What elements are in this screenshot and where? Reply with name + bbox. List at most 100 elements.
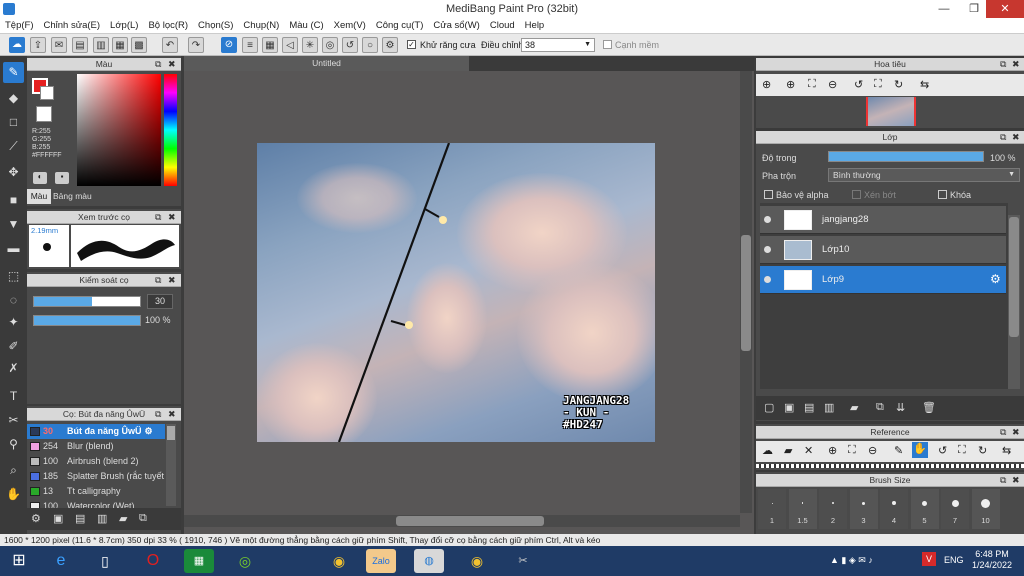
zoom-out-icon[interactable]: ⊖ <box>868 444 877 457</box>
merge-layer-icon[interactable]: ⇊ <box>896 401 905 414</box>
float-icon[interactable]: ⧉ <box>1000 131 1006 144</box>
menu-view[interactable]: Xem(V) <box>329 18 371 33</box>
vertical-scrollbar[interactable] <box>740 71 752 513</box>
gear-icon[interactable]: ⚙ <box>990 272 1001 286</box>
rotate-right-icon[interactable]: ↻ <box>894 78 903 91</box>
visibility-icon[interactable] <box>764 246 771 253</box>
spreadsheet-icon[interactable]: ▦ <box>184 549 214 573</box>
brush-copy-icon[interactable]: ▤ <box>75 512 85 525</box>
brush-item[interactable]: 13 Tt calligraphy <box>27 484 165 499</box>
layer-scrollbar[interactable] <box>1008 215 1020 389</box>
transparent-color-swatch[interactable] <box>36 106 52 122</box>
close-icon[interactable]: ✕ <box>804 444 813 457</box>
zoom-in-icon[interactable]: ⊕ <box>786 78 795 91</box>
cross-snap-icon[interactable]: ▦ <box>262 37 278 53</box>
minimize-button[interactable]: — <box>930 0 958 18</box>
grid-icon[interactable]: ▩ <box>131 37 147 53</box>
brush-size-option[interactable]: 1 <box>758 489 786 529</box>
cloud-icon[interactable]: ☁ <box>762 444 773 457</box>
brush-item[interactable]: 100 Airbrush (blend 2) <box>27 454 165 469</box>
redo-icon[interactable]: ↷ <box>188 37 204 53</box>
undo-icon[interactable]: ↶ <box>162 37 178 53</box>
open-folder-icon[interactable]: ▰ <box>784 444 792 457</box>
menu-filter[interactable]: Bộ lọc(R) <box>143 18 193 33</box>
zoom-out-icon[interactable]: ⊖ <box>828 78 837 91</box>
close-panel-icon[interactable]: ✖ <box>1012 426 1020 439</box>
no-snap-icon[interactable]: ⊘ <box>221 37 237 53</box>
scroll-thumb[interactable] <box>167 426 175 440</box>
close-button[interactable]: ✕ <box>986 0 1024 18</box>
chrome-profile-icon[interactable]: ◉ <box>462 549 492 573</box>
protect-alpha-checkbox[interactable] <box>764 190 773 199</box>
navigator-thumbnail[interactable] <box>866 97 916 126</box>
brush-item[interactable]: 254 Blur (blend) <box>27 439 165 454</box>
fill-rect-tool-icon[interactable]: ■ <box>3 190 24 211</box>
brush-item[interactable]: 185 Splatter Brush (rắc tuyết <box>27 469 165 484</box>
brush-edit-icon[interactable]: ▥ <box>97 512 107 525</box>
circle-snap-icon[interactable]: ◎ <box>322 37 338 53</box>
panel-icon[interactable]: ▦ <box>112 37 128 53</box>
page-icon[interactable]: ▤ <box>72 37 88 53</box>
trash-icon[interactable]: 🗑 <box>922 401 936 414</box>
float-icon[interactable]: ⧉ <box>155 408 161 421</box>
flip-icon[interactable]: ⇆ <box>920 78 929 91</box>
brush-size-option[interactable]: 10 <box>971 489 1000 529</box>
brush-size-option[interactable]: 2 <box>819 489 847 529</box>
rotate-right-icon[interactable]: ↻ <box>978 444 987 457</box>
close-panel-icon[interactable]: ✖ <box>168 211 176 224</box>
windows-start-icon[interactable]: ⊞ <box>4 549 34 573</box>
float-icon[interactable]: ⧉ <box>155 274 161 287</box>
new-layer-icon[interactable]: ▢ <box>764 401 774 414</box>
cloud-icon[interactable]: ☁ <box>9 37 25 53</box>
folder-icon[interactable]: ▰ <box>119 512 127 525</box>
new-halftone-layer-icon[interactable]: ▣ <box>784 401 794 414</box>
close-panel-icon[interactable]: ✖ <box>1012 474 1020 487</box>
soft-edge-checkbox[interactable] <box>603 40 612 49</box>
vertical-scroll-thumb[interactable] <box>741 235 751 351</box>
zoom-in-icon[interactable]: ⊕ <box>762 78 771 91</box>
close-panel-icon[interactable]: ✖ <box>1012 58 1020 71</box>
folder-icon[interactable]: ▰ <box>850 401 858 414</box>
hand-tool-icon[interactable]: ✋ <box>3 484 24 505</box>
layer-row[interactable]: jangjang28 <box>760 206 1006 234</box>
brush-size-option[interactable]: 3 <box>849 489 878 529</box>
close-panel-icon[interactable]: ✖ <box>1012 131 1020 144</box>
fit-icon[interactable]: ⛶ <box>808 78 816 91</box>
layer-row-selected[interactable]: Lớp9 ⚙ <box>760 266 1006 294</box>
app-icon[interactable]: ◎ <box>230 549 260 573</box>
menu-select[interactable]: Chọn(S) <box>193 18 238 33</box>
hue-slider[interactable] <box>164 74 177 186</box>
brush-size-option[interactable]: 7 <box>941 489 969 529</box>
zoom-tool-icon[interactable]: ⌕ <box>3 460 24 481</box>
add-layer-menu-icon[interactable]: ▥ <box>824 401 834 414</box>
brush-size-value[interactable]: 30 <box>147 294 173 309</box>
maximize-button[interactable]: ❐ <box>960 0 988 18</box>
menu-file[interactable]: Tệp(F) <box>0 18 39 33</box>
select-pen-tool-icon[interactable]: ✐ <box>3 336 24 357</box>
secondary-color-swatch[interactable] <box>40 86 54 100</box>
brush-size-slider[interactable] <box>33 296 141 307</box>
select-eraser-tool-icon[interactable]: ✗ <box>3 358 24 379</box>
menu-edit[interactable]: Chỉnh sửa(E) <box>39 18 106 33</box>
float-icon[interactable]: ⧉ <box>1000 426 1006 439</box>
lock-checkbox[interactable] <box>938 190 947 199</box>
brush-menu-icon[interactable]: ▣ <box>53 512 63 525</box>
fit-icon[interactable]: ⛶ <box>848 444 856 457</box>
visibility-icon[interactable] <box>764 216 771 223</box>
eyedropper-icon[interactable]: ✎ <box>894 444 903 457</box>
close-panel-icon[interactable]: ✖ <box>168 274 176 287</box>
horizontal-scroll-thumb[interactable] <box>396 516 544 526</box>
menu-cloud[interactable]: Cloud <box>485 18 520 33</box>
file-icon[interactable]: ▯ <box>90 549 120 573</box>
layer-opacity-slider[interactable] <box>828 151 984 162</box>
dot-tool-icon[interactable]: □ <box>3 112 24 133</box>
gear-icon[interactable]: ⚙ <box>145 426 153 436</box>
menu-layer[interactable]: Lớp(L) <box>105 18 143 33</box>
eraser-tool-icon[interactable]: ◆ <box>3 88 24 109</box>
medibang-icon[interactable]: ◍ <box>414 549 444 573</box>
correction-select[interactable]: 38 ▼ <box>521 38 595 52</box>
layer-row[interactable]: Lớp10 <box>760 236 1006 264</box>
divide-tool-icon[interactable]: ✂ <box>3 410 24 431</box>
duplicate-layer-icon[interactable]: ⧉ <box>876 401 884 414</box>
ellipse-snap-icon[interactable]: ○ <box>362 37 378 53</box>
